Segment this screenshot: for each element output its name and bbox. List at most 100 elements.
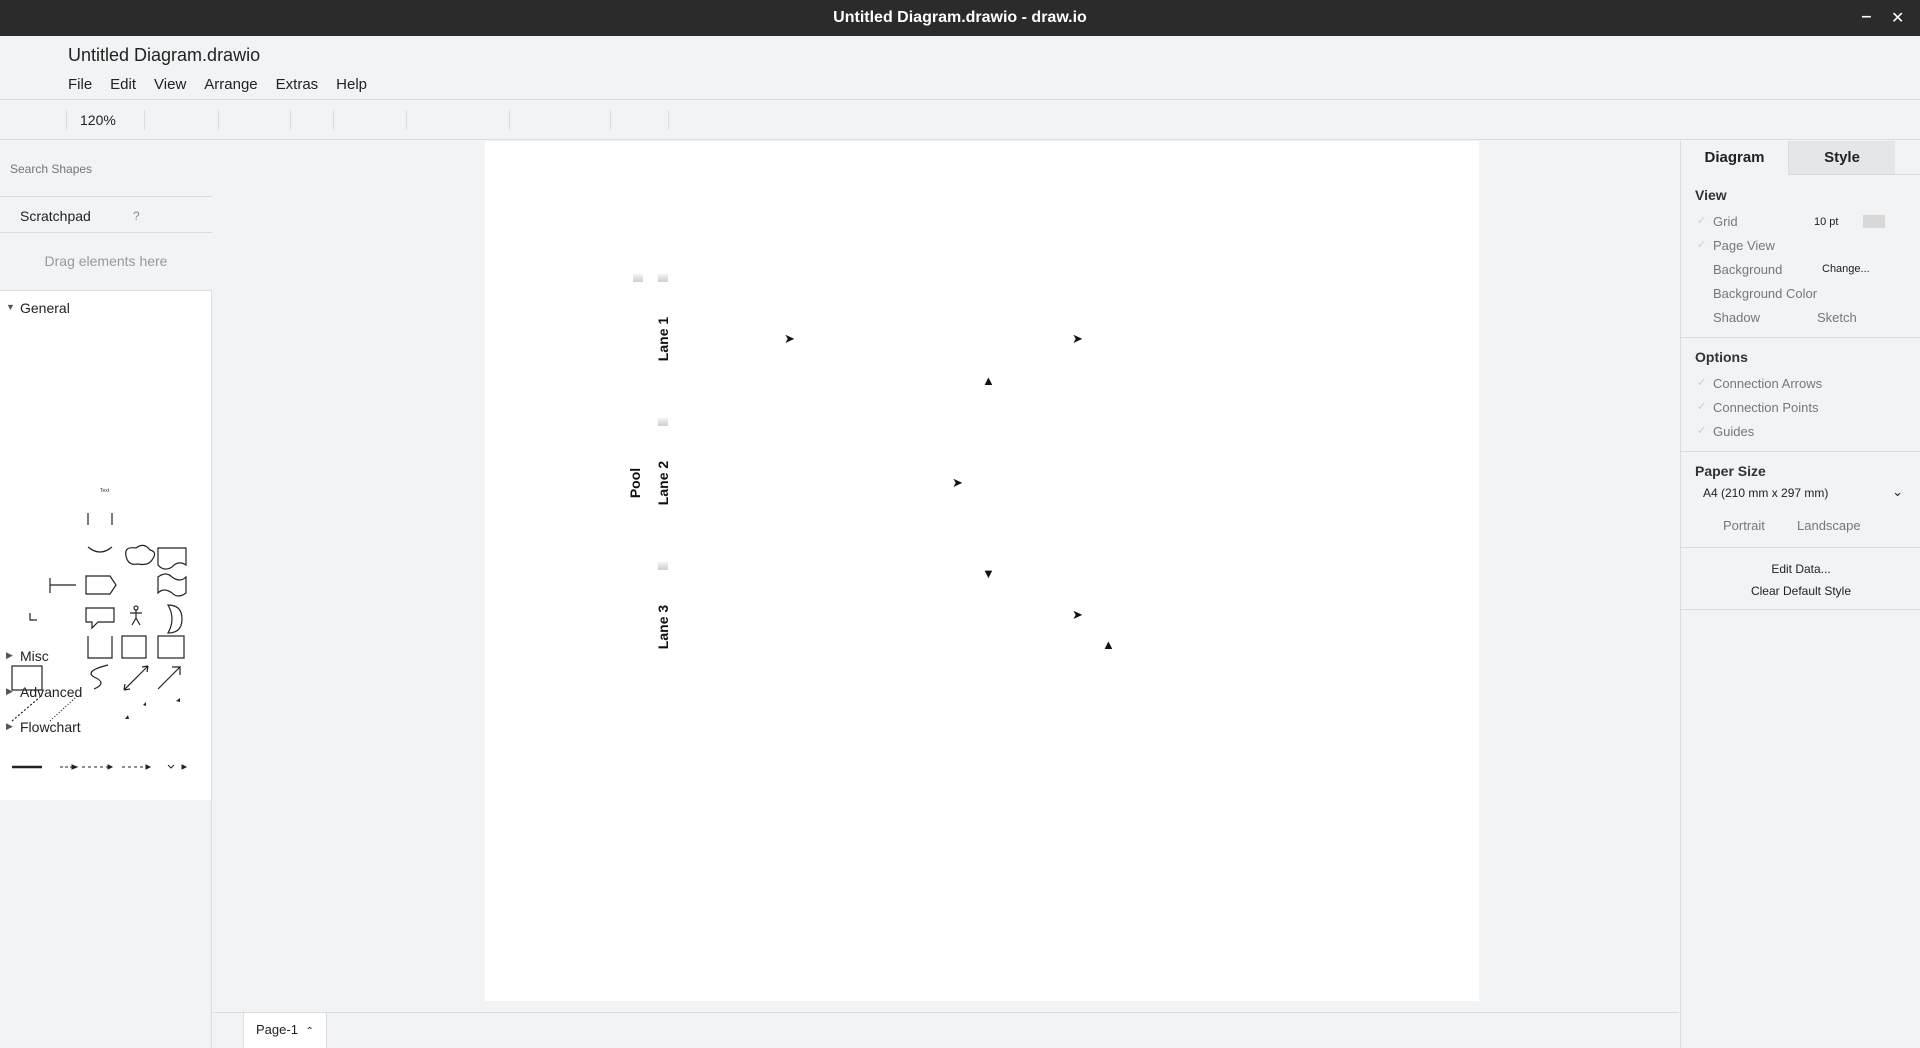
landscape-option[interactable]: Landscape [1797,518,1861,533]
divider [1681,547,1920,548]
resize-handle[interactable] [658,562,668,570]
sidebar-empty-area [0,800,212,1048]
cloud-shape[interactable] [125,544,156,566]
section-flowchart-label: Flowchart [20,719,81,735]
divider [1681,609,1920,610]
scratchpad-help-button[interactable]: ? [133,209,140,223]
menu-edit[interactable]: Edit [110,76,136,93]
menu-file[interactable]: File [68,76,92,93]
grid-size-input[interactable]: 10 pt [1814,216,1838,228]
divider [1681,451,1920,452]
chevron-connector-shape[interactable] [167,764,175,769]
toolbar-separator [610,110,611,130]
search-box [0,141,212,197]
resize-handle[interactable] [658,274,668,282]
shadow-option[interactable]: Shadow [1713,310,1760,325]
connection-points-checkbox[interactable]: ✓ [1697,400,1706,413]
app-header: Untitled Diagram.drawio File Edit View A… [0,36,1920,100]
connection-arrows-checkbox[interactable]: ✓ [1697,376,1706,389]
actor-shape[interactable] [130,605,142,626]
drop-hint: Drag elements here [44,253,168,269]
text-shape[interactable]: Text [100,488,110,494]
arrow-right-marker[interactable]: ➤ [1072,331,1083,347]
arrow-right-marker[interactable]: ➤ [952,475,963,491]
resize-handle[interactable] [658,418,668,426]
toolbar-separator [668,110,669,130]
options-section-title: Options [1695,349,1748,365]
change-background-button[interactable]: Change... [1822,263,1870,275]
pool-label[interactable]: Pool [627,458,643,508]
chevron-down-icon: ▼ [6,302,15,312]
page-tab-page-1[interactable]: Page-1 ⌃ [243,1013,327,1048]
section-advanced-label: Advanced [20,684,83,700]
diagram-page[interactable]: Lane 1 Lane 2 Lane 3 Pool ➤ ➤ ▲ ➤ ▼ ➤ ▲ [485,141,1479,1001]
arrow-up-marker[interactable]: ▲ [1102,637,1115,652]
page-view-label: Page View [1713,238,1775,253]
toolbar: 120% [0,100,1920,140]
section-advanced[interactable]: ▶ Advanced [0,675,212,709]
callout-shape[interactable] [85,607,115,630]
lane-1-label[interactable]: Lane 1 [655,309,671,369]
background-label: Background [1713,262,1783,277]
document-shape[interactable] [157,547,187,570]
menu-bar: File Edit View Arrange Extras Help [68,76,385,93]
section-misc-label: Misc [20,648,49,664]
grid-label: Grid [1713,214,1738,229]
document-title[interactable]: Untitled Diagram.drawio [68,45,260,66]
arrow-right-marker[interactable]: ➤ [1072,607,1083,623]
menu-arrange[interactable]: Arrange [204,76,257,93]
page-tabs-bar: Page-1 ⌃ [213,1012,1679,1048]
moon-shape[interactable] [166,604,183,634]
corner-shape[interactable] [29,613,37,621]
background-color-label[interactable]: Background Color [1713,286,1817,301]
section-misc[interactable]: ▶ Misc [0,639,212,673]
tee-shape[interactable] [49,578,76,593]
arrow-right-marker[interactable]: ➤ [784,331,795,347]
menu-extras[interactable]: Extras [276,76,319,93]
dashed-connector-arrow [71,764,79,770]
portrait-option[interactable]: Portrait [1723,518,1765,533]
clear-default-style-button[interactable]: Clear Default Style [1681,584,1920,598]
sketch-option[interactable]: Sketch [1817,310,1857,325]
tape-shape[interactable] [157,573,187,597]
arrow-down-marker[interactable]: ▼ [982,566,995,581]
arrow-up-marker[interactable]: ▲ [982,373,995,388]
lane-2-label[interactable]: Lane 2 [655,453,671,513]
tab-diagram[interactable]: Diagram [1681,141,1788,175]
lane-3-label[interactable]: Lane 3 [655,597,671,657]
scratchpad-header[interactable]: Scratchpad ? [0,197,212,233]
search-shapes-input[interactable] [10,155,200,183]
scratchpad-title: Scratchpad [20,208,91,224]
toolbar-separator [218,110,219,130]
arc-shape[interactable] [87,546,113,553]
toolbar-separator [509,110,510,130]
close-button[interactable]: ✕ [1891,8,1904,28]
section-flowchart[interactable]: ▶ Flowchart [0,710,212,744]
link-connector-head [145,764,152,770]
grid-checkbox[interactable]: ✓ [1697,214,1706,227]
edit-data-button[interactable]: Edit Data... [1681,562,1920,576]
scratchpad-drop-zone[interactable]: Drag elements here [0,233,212,291]
chevron-connector-head [181,764,188,770]
guides-checkbox[interactable]: ✓ [1697,424,1706,437]
zoom-level[interactable]: 120% [80,112,116,128]
partial-rectangle-shape[interactable] [87,513,113,525]
shapes-sidebar: Scratchpad ? Drag elements here ▼ Genera… [0,141,212,800]
window-titlebar: Untitled Diagram.drawio - draw.io ‒ ✕ [0,0,1920,36]
tab-style[interactable]: Style [1788,141,1895,175]
minimize-button[interactable]: ‒ [1862,8,1871,26]
page-menu-icon[interactable]: ⌃ [306,1026,314,1037]
resize-handle[interactable] [633,274,643,282]
menu-help[interactable]: Help [336,76,367,93]
diagram-canvas[interactable]: Lane 1 Lane 2 Lane 3 Pool ➤ ➤ ▲ ➤ ▼ ➤ ▲ [213,141,1679,1012]
page-view-checkbox[interactable]: ✓ [1697,238,1706,251]
step-shape[interactable] [85,575,117,595]
section-general-label: General [20,300,70,316]
paper-size-select[interactable]: A4 (210 mm x 297 mm) ⌄ [1695,482,1905,504]
menu-view[interactable]: View [154,76,186,93]
toolbar-separator [290,110,291,130]
section-general[interactable]: ▼ General [0,291,212,325]
connection-points-label: Connection Points [1713,400,1819,415]
toolbar-separator [406,110,407,130]
grid-color-swatch[interactable] [1863,215,1885,228]
